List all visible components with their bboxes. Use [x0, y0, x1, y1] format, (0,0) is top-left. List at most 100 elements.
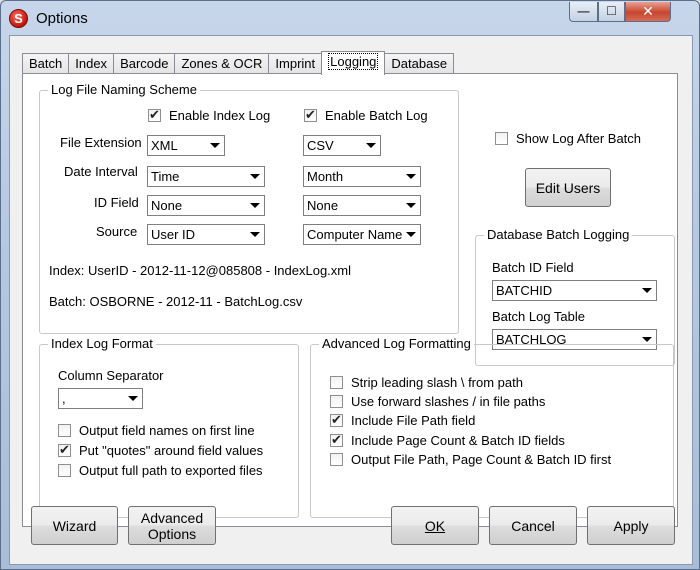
tab-index[interactable]: Index	[68, 53, 115, 74]
enable-batch-log-box[interactable]	[304, 107, 317, 123]
enable-batch-log-checkbox[interactable]: Enable Batch Log	[304, 107, 428, 123]
maximize-button[interactable]: ☐	[598, 2, 625, 22]
wizard-label: Wizard	[52, 517, 97, 534]
batch-log-table-label: Batch Log Table	[492, 309, 585, 324]
include-page-count-label: Include Page Count & Batch ID fields	[351, 433, 565, 448]
batch-source-select[interactable]: Computer Name	[303, 224, 421, 245]
close-icon: ✕	[642, 3, 654, 19]
chevron-down-icon[interactable]	[402, 168, 419, 185]
batch-date-interval-value: Month	[307, 169, 344, 184]
chevron-down-icon[interactable]	[246, 197, 263, 214]
output-path-first-checkbox[interactable]: Output File Path, Page Count & Batch ID …	[330, 452, 611, 467]
index-log-format-group-label: Index Log Format	[48, 336, 156, 351]
enable-batch-log-label: Enable Batch Log	[325, 108, 428, 123]
show-log-after-batch-checkbox[interactable]: Show Log After Batch	[495, 131, 641, 146]
ok-label: OK	[424, 517, 446, 534]
index-filename-preview: Index: UserID - 2012-11-12@085808 - Inde…	[49, 263, 352, 278]
output-full-path-box[interactable]	[58, 464, 71, 477]
advanced-options-label-line1: Advanced	[140, 509, 204, 526]
chevron-down-icon[interactable]	[246, 168, 263, 185]
date-interval-label: Date Interval	[64, 164, 138, 179]
output-path-first-box[interactable]	[330, 453, 343, 466]
edit-users-button[interactable]: Edit Users	[525, 168, 611, 207]
app-logo-icon[interactable]: S	[9, 9, 28, 28]
include-page-count-checkbox[interactable]: Include Page Count & Batch ID fields	[330, 432, 565, 448]
index-date-interval-select[interactable]: Time	[147, 166, 265, 187]
batch-date-interval-select[interactable]: Month	[303, 166, 421, 187]
include-file-path-label: Include File Path field	[351, 413, 476, 428]
forward-slashes-checkbox[interactable]: Use forward slashes / in file paths	[330, 394, 545, 409]
index-id-field-value: None	[151, 198, 183, 213]
chevron-down-icon[interactable]	[402, 226, 419, 243]
tab-imprint[interactable]: Imprint	[268, 53, 323, 74]
quotes-around-values-checkbox[interactable]: Put "quotes" around field values	[58, 442, 264, 458]
tab-zones-ocr[interactable]: Zones & OCR	[174, 53, 270, 74]
column-separator-label: Column Separator	[58, 368, 164, 383]
show-log-after-batch-label: Show Log After Batch	[516, 131, 642, 146]
batch-id-field-label: Batch ID Field	[492, 260, 574, 275]
edit-users-label: Edit Users	[535, 179, 601, 196]
log-naming-group: Log File Naming Scheme Enable Index Log …	[39, 82, 459, 334]
batch-filename-preview: Batch: OSBORNE - 2012-11 - BatchLog.csv	[49, 294, 303, 309]
enable-index-log-box[interactable]	[148, 107, 161, 123]
enable-index-log-checkbox[interactable]: Enable Index Log	[148, 107, 270, 123]
strip-leading-slash-checkbox[interactable]: Strip leading slash \ from path	[330, 375, 523, 390]
chevron-down-icon[interactable]	[124, 390, 141, 407]
batch-id-field-select[interactable]: None	[303, 195, 421, 216]
advanced-options-label-line2: Options	[147, 525, 197, 542]
chevron-down-icon[interactable]	[246, 226, 263, 243]
batch-file-extension-value: CSV	[307, 138, 334, 153]
index-source-value: User ID	[151, 227, 196, 242]
close-button[interactable]: ✕	[625, 2, 671, 22]
include-file-path-checkbox[interactable]: Include File Path field	[330, 412, 476, 428]
tab-barcode[interactable]: Barcode	[113, 53, 176, 74]
batch-file-extension-select[interactable]: CSV	[303, 135, 381, 156]
batch-id-field-select[interactable]: BATCHID	[492, 280, 657, 301]
tab-logging[interactable]: Logging	[321, 51, 386, 75]
index-source-select[interactable]: User ID	[147, 224, 265, 245]
index-file-extension-select[interactable]: XML	[147, 135, 225, 156]
forward-slashes-box[interactable]	[330, 395, 343, 408]
apply-label: Apply	[613, 517, 649, 534]
chevron-down-icon[interactable]	[206, 137, 223, 154]
source-label: Source	[96, 224, 138, 239]
tab-batch[interactable]: Batch	[22, 53, 70, 74]
show-log-after-batch-box[interactable]	[495, 132, 508, 145]
advanced-log-formatting-group-label: Advanced Log Formatting	[319, 336, 474, 351]
window-title: Options	[36, 10, 88, 27]
index-file-extension-value: XML	[151, 138, 178, 153]
wizard-button[interactable]: Wizard	[31, 506, 118, 545]
output-field-names-label: Output field names on first line	[79, 423, 255, 438]
cancel-button[interactable]: Cancel	[489, 506, 577, 545]
title-bar[interactable]: S Options — ☐ ✕	[1, 1, 700, 35]
index-id-field-select[interactable]: None	[147, 195, 265, 216]
output-field-names-box[interactable]	[58, 424, 71, 437]
tab-database[interactable]: Database	[384, 53, 455, 74]
output-full-path-label: Output full path to exported files	[79, 463, 263, 478]
include-page-count-box[interactable]	[330, 432, 343, 448]
chevron-down-icon[interactable]	[402, 197, 419, 214]
tab-logging-label: Logging	[328, 53, 379, 70]
file-extension-label: File Extension	[60, 135, 142, 150]
output-full-path-checkbox[interactable]: Output full path to exported files	[58, 463, 263, 478]
apply-button[interactable]: Apply	[587, 506, 675, 545]
advanced-log-formatting-group: Advanced Log Formatting Strip leading sl…	[310, 336, 674, 518]
chevron-down-icon[interactable]	[362, 137, 379, 154]
log-naming-group-label: Log File Naming Scheme	[48, 82, 200, 97]
cancel-label: Cancel	[511, 517, 555, 534]
batch-id-field-value: BATCHID	[496, 283, 553, 298]
id-field-label: ID Field	[94, 195, 139, 210]
ok-button[interactable]: OK	[391, 506, 479, 545]
strip-leading-slash-box[interactable]	[330, 376, 343, 389]
chevron-down-icon[interactable]	[638, 282, 655, 299]
database-batch-logging-group-label: Database Batch Logging	[484, 227, 633, 242]
output-field-names-checkbox[interactable]: Output field names on first line	[58, 423, 255, 438]
quotes-around-values-label: Put "quotes" around field values	[79, 443, 264, 458]
dialog-client-area: Batch Index Barcode Zones & OCR Imprint …	[9, 35, 693, 565]
index-log-format-group: Index Log Format Column Separator , Outp…	[39, 336, 299, 518]
column-separator-select[interactable]: ,	[58, 388, 143, 409]
include-file-path-box[interactable]	[330, 412, 343, 428]
advanced-options-button[interactable]: Advanced Options	[128, 506, 216, 545]
quotes-around-values-box[interactable]	[58, 442, 71, 458]
minimize-button[interactable]: —	[569, 2, 598, 22]
